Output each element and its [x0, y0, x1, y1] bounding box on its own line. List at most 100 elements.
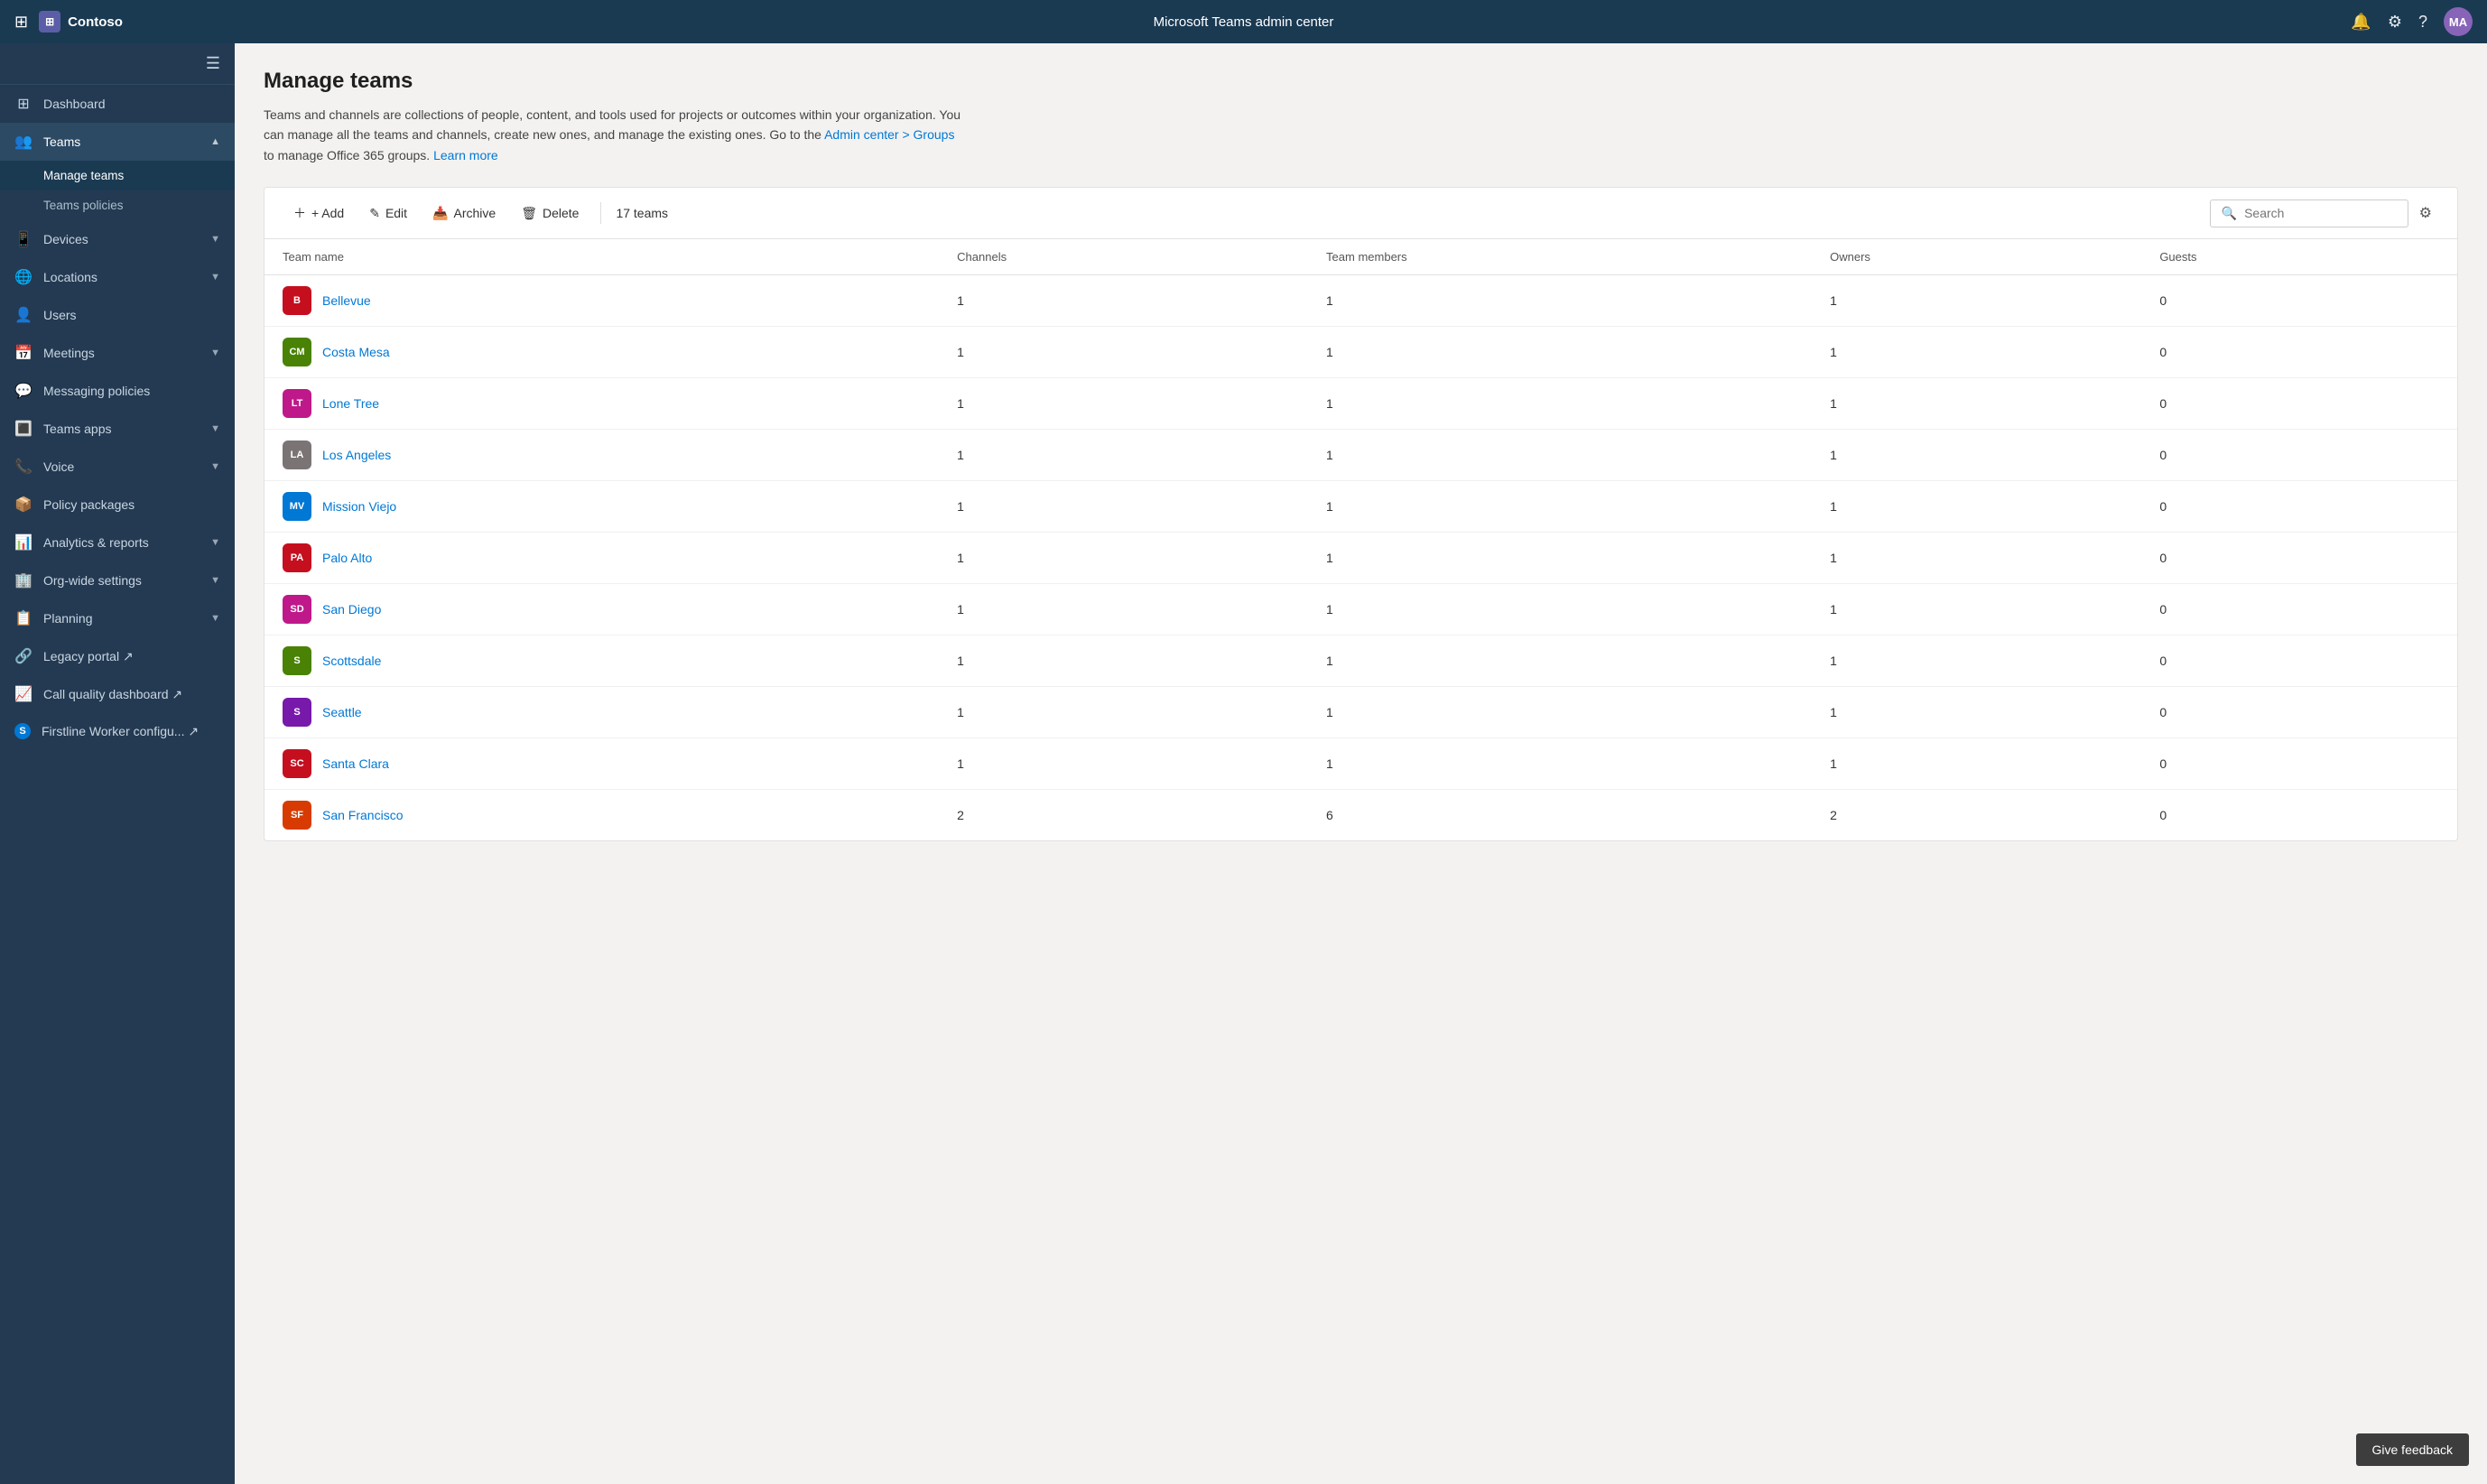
sidebar-item-teams[interactable]: 👥 Teams ▲ [0, 123, 235, 161]
search-input[interactable] [2244, 206, 2397, 220]
col-owners: Owners [1812, 239, 2141, 275]
main-content: Manage teams Teams and channels are coll… [235, 43, 2487, 1484]
team-name-link[interactable]: Lone Tree [322, 396, 379, 411]
sidebar-item-policy-packages[interactable]: 📦 Policy packages [0, 486, 235, 524]
delete-button[interactable]: 🗑 Delete [510, 200, 589, 227]
delete-icon: 🗑 [521, 206, 537, 221]
teams-icon: 👥 [14, 133, 32, 151]
search-box[interactable]: 🔍 [2210, 199, 2408, 227]
sidebar-item-firstline[interactable]: S Firstline Worker configu... ↗ [0, 713, 235, 749]
cell-members: 1 [1308, 430, 1812, 481]
team-name-link[interactable]: Los Angeles [322, 448, 391, 462]
cell-owners: 1 [1812, 378, 2141, 430]
sidebar-item-locations[interactable]: 🌐 Locations ▼ [0, 258, 235, 296]
give-feedback-button[interactable]: Give feedback [2356, 1433, 2470, 1466]
teams-table: Team name Channels Team members Owners G… [264, 239, 2457, 840]
sidebar-header: ☰ [0, 43, 235, 85]
cell-guests: 0 [2141, 584, 2457, 635]
help-icon[interactable]: ? [2418, 13, 2427, 32]
search-icon: 🔍 [2222, 206, 2237, 221]
cell-team-name: S Seattle [264, 687, 939, 738]
team-name-link[interactable]: Mission Viejo [322, 499, 396, 514]
team-avatar: MV [283, 492, 311, 521]
sidebar-item-call-quality[interactable]: 📈 Call quality dashboard ↗ [0, 675, 235, 713]
sidebar-item-dashboard[interactable]: ⊞ Dashboard [0, 85, 235, 123]
sidebar-label-dashboard: Dashboard [43, 97, 220, 111]
cell-team-name: B Bellevue [264, 275, 939, 327]
hamburger-button[interactable]: ☰ [206, 54, 220, 73]
sidebar-item-planning[interactable]: 📋 Planning ▼ [0, 599, 235, 637]
add-button[interactable]: ＋ + Add [283, 199, 355, 227]
teams-policies-label: Teams policies [43, 199, 124, 212]
avatar[interactable]: MA [2444, 7, 2473, 36]
teams-apps-icon: 🔳 [14, 420, 32, 438]
bell-icon[interactable]: 🔔 [2351, 13, 2371, 32]
team-name-link[interactable]: Santa Clara [322, 756, 389, 771]
manage-teams-label: Manage teams [43, 169, 124, 182]
cell-owners: 1 [1812, 481, 2141, 533]
sidebar-item-messaging-policies[interactable]: 💬 Messaging policies [0, 372, 235, 410]
legacy-portal-icon: 🔗 [14, 647, 32, 665]
table-row: SD San Diego 1 1 1 0 [264, 584, 2457, 635]
col-team-name: Team name [264, 239, 939, 275]
sidebar-item-legacy-portal[interactable]: 🔗 Legacy portal ↗ [0, 637, 235, 675]
sidebar-item-manage-teams[interactable]: Manage teams [0, 161, 235, 190]
cell-members: 6 [1308, 790, 1812, 841]
cell-guests: 0 [2141, 790, 2457, 841]
team-avatar: B [283, 286, 311, 315]
team-name-link[interactable]: Palo Alto [322, 551, 372, 565]
sidebar-item-teams-apps[interactable]: 🔳 Teams apps ▼ [0, 410, 235, 448]
team-avatar: SF [283, 801, 311, 830]
team-name-link[interactable]: Scottsdale [322, 654, 381, 668]
settings-icon[interactable]: ⚙ [2388, 13, 2402, 32]
sidebar-item-devices[interactable]: 📱 Devices ▼ [0, 220, 235, 258]
sidebar-item-voice[interactable]: 📞 Voice ▼ [0, 448, 235, 486]
cell-team-name: LA Los Angeles [264, 430, 939, 481]
sidebar-item-analytics[interactable]: 📊 Analytics & reports ▼ [0, 524, 235, 561]
learn-more-link[interactable]: Learn more [433, 148, 498, 162]
team-name-link[interactable]: Costa Mesa [322, 345, 390, 359]
table-row: SF San Francisco 2 6 2 0 [264, 790, 2457, 841]
cell-guests: 0 [2141, 635, 2457, 687]
cell-team-name: PA Palo Alto [264, 533, 939, 584]
column-settings-button[interactable]: ⚙ [2412, 199, 2439, 227]
cell-members: 1 [1308, 584, 1812, 635]
cell-guests: 0 [2141, 327, 2457, 378]
sidebar-item-users[interactable]: 👤 Users [0, 296, 235, 334]
meetings-icon: 📅 [14, 344, 32, 362]
cell-channels: 1 [939, 481, 1308, 533]
planning-chevron-icon: ▼ [210, 613, 220, 624]
cell-members: 1 [1308, 533, 1812, 584]
org-wide-chevron-icon: ▼ [210, 575, 220, 586]
sidebar-item-teams-policies[interactable]: Teams policies [0, 190, 235, 220]
admin-center-link[interactable]: Admin center > Groups [824, 127, 954, 142]
col-team-members: Team members [1308, 239, 1812, 275]
team-avatar: SC [283, 749, 311, 778]
cell-channels: 1 [939, 430, 1308, 481]
sidebar-item-meetings[interactable]: 📅 Meetings ▼ [0, 334, 235, 372]
team-name-link[interactable]: San Francisco [322, 808, 403, 822]
sidebar-item-org-wide[interactable]: 🏢 Org-wide settings ▼ [0, 561, 235, 599]
analytics-chevron-icon: ▼ [210, 537, 220, 548]
cell-members: 1 [1308, 687, 1812, 738]
cell-team-name: LT Lone Tree [264, 378, 939, 430]
devices-icon: 📱 [14, 230, 32, 248]
locations-chevron-icon: ▼ [210, 272, 220, 283]
table-row: B Bellevue 1 1 1 0 [264, 275, 2457, 327]
app-title: Microsoft Teams admin center [1154, 14, 1334, 30]
cell-channels: 1 [939, 738, 1308, 790]
team-name-link[interactable]: Seattle [322, 705, 362, 719]
archive-icon: 📥 [432, 206, 448, 221]
dashboard-icon: ⊞ [14, 95, 32, 113]
edit-button[interactable]: ✎ Edit [358, 200, 418, 227]
cell-owners: 1 [1812, 430, 2141, 481]
cell-members: 1 [1308, 275, 1812, 327]
team-name-link[interactable]: San Diego [322, 602, 381, 617]
teams-chevron-icon: ▲ [210, 136, 220, 147]
waffle-icon[interactable]: ⊞ [14, 13, 28, 32]
table-row: LT Lone Tree 1 1 1 0 [264, 378, 2457, 430]
team-name-link[interactable]: Bellevue [322, 293, 371, 308]
sidebar-label-planning: Planning [43, 611, 200, 626]
archive-button[interactable]: 📥 Archive [422, 200, 506, 227]
cell-owners: 1 [1812, 687, 2141, 738]
